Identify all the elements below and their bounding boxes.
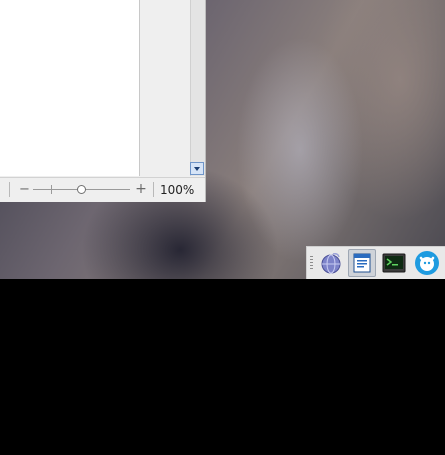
messenger-icon xyxy=(415,251,439,275)
status-separator xyxy=(9,182,10,197)
taskbar-browser-button[interactable] xyxy=(317,249,345,277)
scroll-down-button[interactable] xyxy=(190,162,204,175)
zoom-in-button[interactable]: + xyxy=(135,182,147,197)
zoom-out-button[interactable]: − xyxy=(19,183,30,197)
zoom-slider-tick xyxy=(51,185,52,194)
zoom-level-label[interactable]: 100% xyxy=(160,183,194,197)
writer-document-icon xyxy=(353,253,371,273)
taskbar-grip-handle[interactable] xyxy=(310,256,313,270)
taskbar-terminal-button[interactable] xyxy=(380,249,408,277)
taskbar-writer-button[interactable] xyxy=(348,249,376,277)
document-page[interactable] xyxy=(0,0,140,176)
status-separator xyxy=(153,182,154,197)
document-window: − + 100% xyxy=(0,0,206,202)
zoom-slider-handle[interactable] xyxy=(77,185,86,194)
browser-icon xyxy=(321,253,341,274)
terminal-icon xyxy=(382,253,406,273)
taskbar xyxy=(306,246,445,279)
taskbar-messenger-button[interactable] xyxy=(413,249,441,277)
arrow-down-icon xyxy=(194,166,200,171)
status-bar: − + 100% xyxy=(0,177,205,202)
vertical-scrollbar[interactable] xyxy=(190,0,205,176)
